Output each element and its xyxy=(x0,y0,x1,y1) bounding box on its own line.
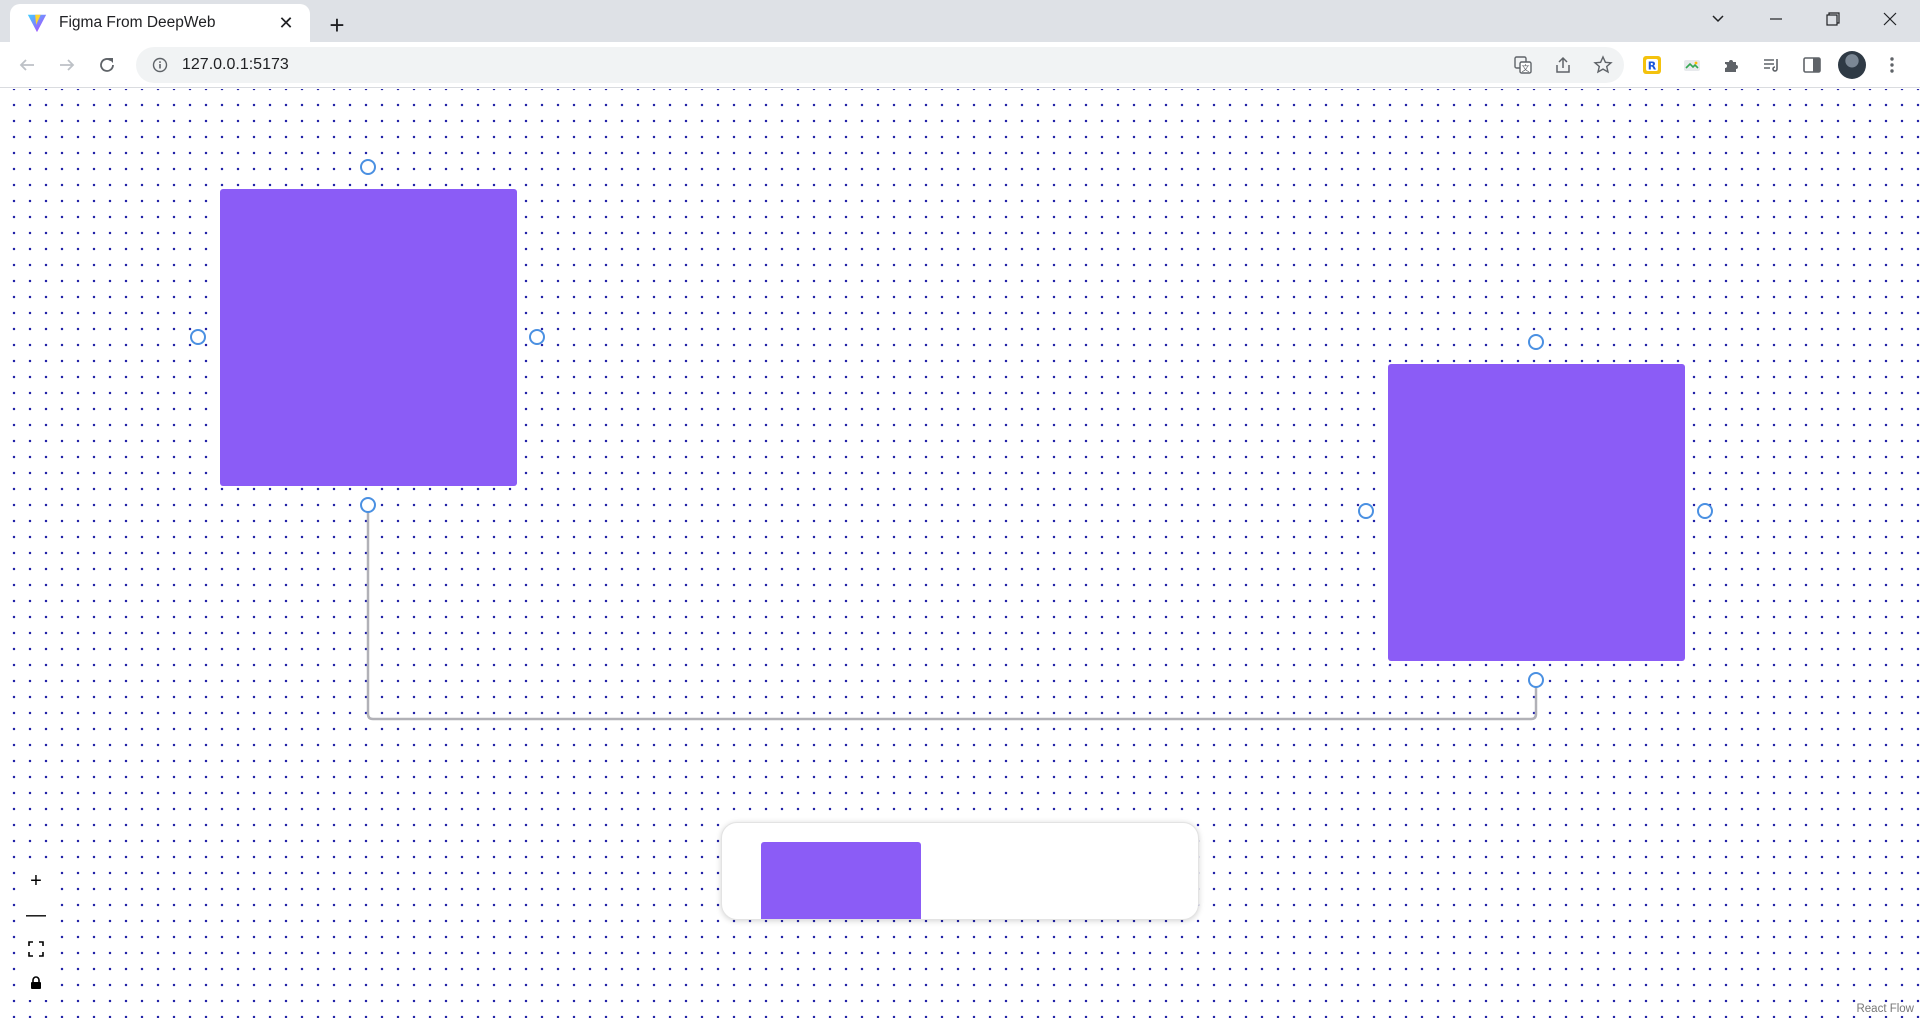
reading-list-icon[interactable] xyxy=(1756,49,1788,81)
zoom-in-button[interactable]: + xyxy=(22,864,50,898)
site-info-icon[interactable] xyxy=(150,55,170,75)
fit-view-icon xyxy=(28,941,44,957)
svg-text:R: R xyxy=(1648,60,1657,73)
tab-strip: Figma From DeepWeb ✕ + xyxy=(0,0,1920,42)
tab-search-chevron-icon[interactable] xyxy=(1690,0,1746,38)
node-1-handle-left[interactable] xyxy=(190,329,206,345)
back-arrow-icon[interactable] xyxy=(11,49,43,81)
flow-controls: + — xyxy=(22,864,50,1000)
side-panel-icon[interactable] xyxy=(1796,49,1828,81)
address-bar[interactable]: 127.0.0.1:5173 文 xyxy=(136,47,1624,83)
svg-text:文: 文 xyxy=(1522,63,1530,73)
flow-canvas[interactable]: + — React Flow xyxy=(0,89,1920,1018)
reload-icon[interactable] xyxy=(91,49,123,81)
lock-button[interactable] xyxy=(22,966,50,1000)
restore-button[interactable] xyxy=(1805,0,1861,38)
tab-close-icon[interactable]: ✕ xyxy=(274,11,298,35)
node-1-handle-right[interactable] xyxy=(529,329,545,345)
translate-icon[interactable]: 文 xyxy=(1508,50,1538,80)
share-icon[interactable] xyxy=(1548,50,1578,80)
node-1-handle-top[interactable] xyxy=(360,159,376,175)
profile-avatar[interactable] xyxy=(1836,49,1868,81)
node-2-handle-right[interactable] xyxy=(1697,503,1713,519)
step-edge[interactable] xyxy=(366,505,1538,721)
tab-title: Figma From DeepWeb xyxy=(59,14,216,31)
browser-toolbar: 127.0.0.1:5173 文 R xyxy=(0,42,1920,88)
close-window-button[interactable] xyxy=(1862,0,1918,38)
node-1-handle-bottom[interactable] xyxy=(360,497,376,513)
r-extension-icon[interactable]: R xyxy=(1636,49,1668,81)
fit-view-button[interactable] xyxy=(22,932,50,966)
zoom-out-button[interactable]: — xyxy=(22,898,50,932)
flow-node-1[interactable] xyxy=(220,189,517,486)
lock-icon xyxy=(31,976,41,989)
minimap[interactable] xyxy=(721,822,1199,920)
new-tab-button[interactable]: + xyxy=(320,8,354,42)
image-extension-icon[interactable] xyxy=(1676,49,1708,81)
react-flow-attribution[interactable]: React Flow xyxy=(1854,1002,1916,1016)
node-2-handle-left[interactable] xyxy=(1358,503,1374,519)
vite-logo-icon xyxy=(27,14,47,33)
minimize-button[interactable] xyxy=(1748,0,1804,38)
puzzle-extensions-icon[interactable] xyxy=(1716,49,1748,81)
kebab-menu-icon[interactable] xyxy=(1876,49,1908,81)
flow-node-2[interactable] xyxy=(1388,364,1685,661)
node-2-handle-top[interactable] xyxy=(1528,334,1544,350)
browser-tab[interactable]: Figma From DeepWeb ✕ xyxy=(10,4,310,42)
forward-arrow-icon[interactable] xyxy=(51,49,83,81)
node-2-handle-bottom[interactable] xyxy=(1528,672,1544,688)
minimap-node xyxy=(761,842,921,919)
avatar-image xyxy=(1838,51,1866,79)
bookmark-star-icon[interactable] xyxy=(1588,50,1618,80)
url-text[interactable]: 127.0.0.1:5173 xyxy=(182,56,289,74)
